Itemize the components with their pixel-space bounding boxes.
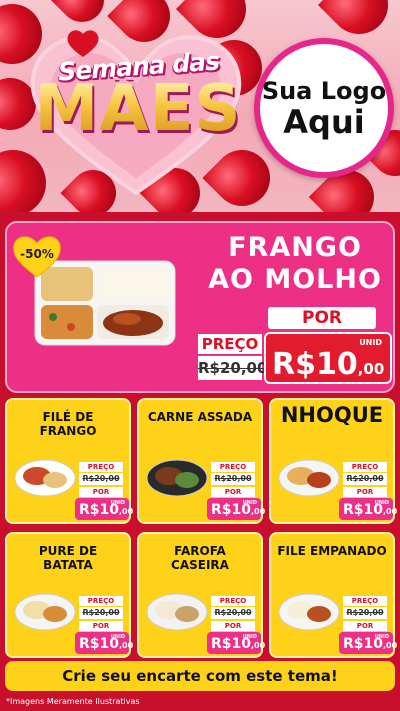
price-cents: ,00 (383, 507, 398, 516)
preco-label: PREÇO (343, 462, 387, 472)
new-price: UNID R$10,00 (339, 498, 397, 520)
dish-image (14, 459, 76, 497)
price-main: R$10 (211, 502, 252, 518)
heart-balloon-icon (50, 0, 114, 32)
promo-unid-label: UNID (359, 338, 382, 347)
price-value: R$10,00 (343, 636, 397, 652)
cta-banner[interactable]: Crie seu encarte com este tema! (5, 661, 395, 691)
dish-image (278, 459, 340, 497)
logo-line-2: Aqui (283, 103, 365, 141)
logo-line-1: Sua Logo (261, 77, 387, 105)
promo-preco-label: PREÇO (198, 334, 262, 354)
title-big: MÃES (18, 77, 258, 141)
header-banner: Semana das MÃES Sua Logo Aqui (0, 0, 400, 212)
price-value: R$10,00 (343, 502, 397, 518)
new-price: UNID R$10,00 (207, 498, 265, 520)
disclaimer-text: *Imagens Meramente Ilustrativas (6, 697, 140, 706)
product-card[interactable]: CARNE ASSADA PREÇO R$20,00 POR UNID R$10,00 (137, 398, 265, 524)
product-card[interactable]: PURE DE BATATA PREÇO R$20,00 POR UNID R$10,00 (5, 532, 133, 658)
old-price: R$20,00 (211, 607, 255, 619)
new-price: UNID R$10,00 (75, 498, 133, 520)
product-title: PURE DE BATATA (38, 544, 98, 572)
price-main: R$10 (79, 636, 120, 652)
preco-label: PREÇO (211, 596, 255, 606)
price-value: R$10,00 (79, 502, 133, 518)
price-cents: ,00 (119, 641, 134, 650)
product-title: NHOQUE (280, 403, 384, 427)
promo-product-name: FRANGO AO MOLHO (200, 232, 390, 296)
product-title: CARNE ASSADA (147, 410, 253, 424)
price-main: R$10 (211, 636, 252, 652)
promo-old-price: R$20,00 (198, 356, 267, 380)
promo-name-line-2: AO MOLHO (208, 264, 382, 295)
por-label: POR (211, 487, 255, 497)
promo-price-cents: ,00 (357, 360, 385, 378)
product-card[interactable]: NHOQUE PREÇO R$20,00 POR UNID R$10,00 (269, 398, 397, 524)
preco-label: PREÇO (79, 596, 123, 606)
title-block: Semana das MÃES (18, 46, 258, 141)
dish-image (278, 593, 340, 631)
discount-text: -50% (20, 247, 54, 261)
por-label: POR (79, 621, 123, 631)
promo-new-price: UNID R$10,00 (264, 332, 392, 384)
promo-price-main: R$10 (272, 347, 358, 382)
product-card[interactable]: FAROFA CASEIRA PREÇO R$20,00 POR UNID R$10,00 (137, 532, 265, 658)
por-label: POR (79, 487, 123, 497)
new-price: UNID R$10,00 (75, 632, 133, 654)
price-value: R$10,00 (211, 502, 265, 518)
logo-placeholder[interactable]: Sua Logo Aqui (254, 38, 394, 178)
promo-por-label: POR (268, 307, 376, 329)
price-value: R$10,00 (211, 636, 265, 652)
product-title: FILÉ DE FRANGO (39, 410, 97, 438)
price-cents: ,00 (251, 507, 266, 516)
por-label: POR (343, 621, 387, 631)
price-cents: ,00 (383, 641, 398, 650)
preco-label: PREÇO (211, 462, 255, 472)
new-price: UNID R$10,00 (207, 632, 265, 654)
price-cents: ,00 (119, 507, 134, 516)
old-price: R$20,00 (79, 473, 123, 485)
dish-image (146, 593, 208, 631)
price-main: R$10 (343, 502, 384, 518)
product-card[interactable]: FILÉ DE FRANGO PREÇO R$20,00 POR UNID R$10,00 (5, 398, 133, 524)
product-title: FILE EMPANADO (277, 544, 387, 558)
price-main: R$10 (343, 636, 384, 652)
old-price: R$20,00 (343, 473, 387, 485)
price-cents: ,00 (251, 641, 266, 650)
promo-price-value: R$10,00 (272, 347, 384, 382)
por-label: POR (343, 487, 387, 497)
promo-name-line-1: FRANGO (228, 232, 362, 263)
dish-image (146, 459, 208, 497)
product-title: FAROFA CASEIRA (171, 544, 229, 572)
old-price: R$20,00 (79, 607, 123, 619)
old-price: R$20,00 (211, 473, 255, 485)
por-label: POR (211, 621, 255, 631)
preco-label: PREÇO (343, 596, 387, 606)
old-price: R$20,00 (343, 607, 387, 619)
dish-image (14, 593, 76, 631)
price-value: R$10,00 (79, 636, 133, 652)
new-price: UNID R$10,00 (339, 632, 397, 654)
product-card[interactable]: FILE EMPANADO PREÇO R$20,00 POR UNID R$10,00 (269, 532, 397, 658)
preco-label: PREÇO (79, 462, 123, 472)
price-main: R$10 (79, 502, 120, 518)
